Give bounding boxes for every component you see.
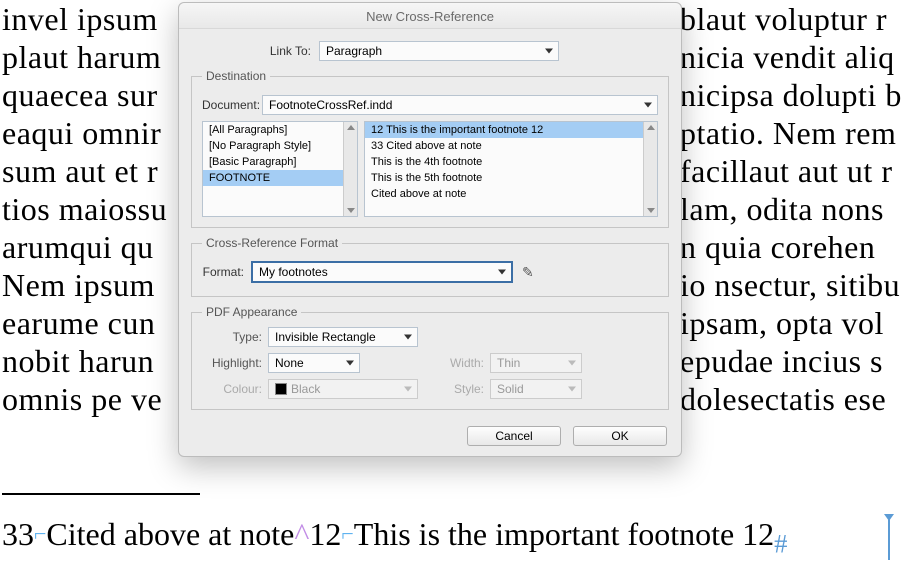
width-select: Thin: [490, 353, 582, 373]
paragraphs-list[interactable]: 12 This is the important footnote 12 33 …: [364, 121, 658, 217]
edit-format-icon[interactable]: ✎: [522, 264, 534, 281]
list-item[interactable]: This is the 5th footnote: [365, 170, 657, 186]
text-cursor-marker: [888, 514, 890, 560]
format-fieldset: Cross-Reference Format Format: My footno…: [191, 236, 669, 297]
colour-label: Colour:: [202, 382, 262, 396]
style-select: Solid: [490, 379, 582, 399]
link-to-label: Link To:: [191, 44, 319, 58]
highlight-select[interactable]: None: [268, 353, 360, 373]
destination-fieldset: Destination Document: FootnoteCrossRef.i…: [191, 69, 669, 228]
width-label: Width:: [424, 356, 484, 370]
highlight-label: Highlight:: [202, 356, 262, 370]
pdf-appearance-fieldset: PDF Appearance Type: Invisible Rectangle…: [191, 305, 669, 410]
scrollbar[interactable]: [343, 122, 357, 216]
list-item[interactable]: Cited above at note: [365, 186, 657, 202]
style-label: Style:: [424, 382, 484, 396]
list-item[interactable]: [All Paragraphs]: [203, 122, 357, 138]
destination-legend: Destination: [202, 69, 270, 83]
format-legend: Cross-Reference Format: [202, 236, 342, 250]
list-item[interactable]: [Basic Paragraph]: [203, 154, 357, 170]
document-text-right: blaut voluptur r nicia vendit aliq nicip…: [680, 0, 910, 418]
link-to-select[interactable]: Paragraph: [319, 41, 559, 61]
list-item[interactable]: This is the 4th footnote: [365, 154, 657, 170]
list-item[interactable]: 12 This is the important footnote 12: [365, 122, 657, 138]
footnote-text: 33⌐Cited above at note^12⌐This is the im…: [2, 516, 788, 559]
scrollbar[interactable]: [643, 122, 657, 216]
paragraph-styles-list[interactable]: [All Paragraphs] [No Paragraph Style] [B…: [202, 121, 358, 217]
format-select[interactable]: My footnotes: [252, 262, 512, 282]
ok-button[interactable]: OK: [573, 426, 667, 446]
dialog-title: New Cross-Reference: [179, 3, 681, 29]
colour-select: Black: [268, 379, 418, 399]
type-label: Type:: [202, 330, 262, 344]
black-swatch-icon: [275, 383, 287, 395]
cancel-button[interactable]: Cancel: [467, 426, 561, 446]
list-item[interactable]: FOOTNOTE: [203, 170, 357, 186]
document-label: Document:: [202, 98, 262, 112]
footnote-rule: [2, 493, 200, 495]
type-select[interactable]: Invisible Rectangle: [268, 327, 418, 347]
list-item[interactable]: [No Paragraph Style]: [203, 138, 357, 154]
document-select[interactable]: FootnoteCrossRef.indd: [262, 95, 658, 115]
new-cross-reference-dialog: New Cross-Reference Link To: Paragraph D…: [178, 2, 682, 457]
pdf-legend: PDF Appearance: [202, 305, 301, 319]
list-item[interactable]: 33 Cited above at note: [365, 138, 657, 154]
format-label: Format:: [202, 265, 252, 279]
